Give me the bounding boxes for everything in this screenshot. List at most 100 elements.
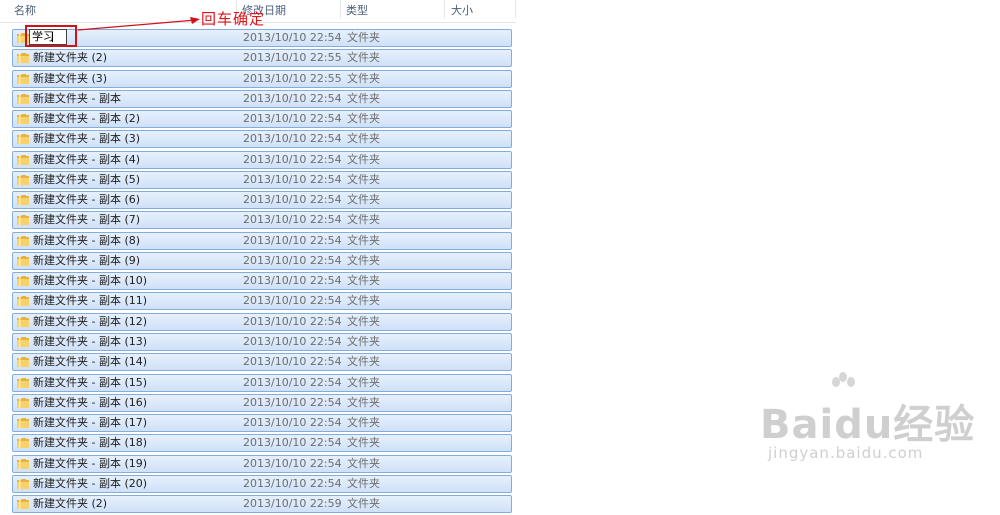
file-type: 文件夹 <box>347 334 380 348</box>
file-name: 新建文件夹 - 副本 (3) <box>33 132 141 146</box>
column-divider[interactable] <box>340 0 341 18</box>
file-date: 2013/10/10 22:54 <box>243 314 342 328</box>
file-row[interactable]: 新建文件夹 - 副本 (19) 2013/10/10 22:54 文件夹 <box>12 454 512 473</box>
file-row[interactable]: 新建文件夹 - 副本 (14) 2013/10/10 22:54 文件夹 <box>12 353 512 372</box>
file-type: 文件夹 <box>347 172 380 186</box>
file-row[interactable]: 新建文件夹 - 副本 (18) 2013/10/10 22:54 文件夹 <box>12 434 512 453</box>
file-date: 2013/10/10 22:54 <box>243 233 342 247</box>
file-row[interactable]: 新建文件夹 - 副本 (10) 2013/10/10 22:54 文件夹 <box>12 272 512 291</box>
file-date: 2013/10/10 22:59 <box>243 497 342 511</box>
file-type: 文件夹 <box>347 274 380 288</box>
file-date: 2013/10/10 22:55 <box>243 51 342 65</box>
folder-icon <box>17 276 29 287</box>
folder-icon <box>17 174 29 185</box>
annotation-text: 回车确定 <box>201 10 266 28</box>
file-row[interactable]: 新建文件夹 - 副本 (6) 2013/10/10 22:54 文件夹 <box>12 191 512 210</box>
annotation-highlight-box <box>25 25 77 47</box>
file-row[interactable]: 新建文件夹 - 副本 (5) 2013/10/10 22:54 文件夹 <box>12 170 512 189</box>
file-row[interactable]: 新建文件夹 (2) 2013/10/10 22:59 文件夹 <box>12 495 512 514</box>
file-date: 2013/10/10 22:54 <box>243 132 342 146</box>
file-date: 2013/10/10 22:55 <box>243 71 342 85</box>
file-name: 新建文件夹 - 副本 (16) <box>33 395 148 409</box>
folder-icon <box>17 53 29 64</box>
file-row[interactable]: 新建文件夹 - 副本 (3) 2013/10/10 22:54 文件夹 <box>12 130 512 149</box>
file-name: 新建文件夹 - 副本 (4) <box>33 152 141 166</box>
file-name: 新建文件夹 - 副本 <box>33 91 121 105</box>
file-type: 文件夹 <box>347 193 380 207</box>
folder-icon <box>17 154 29 165</box>
file-name: 新建文件夹 - 副本 (20) <box>33 476 148 490</box>
file-date: 2013/10/10 22:54 <box>243 395 342 409</box>
file-type: 文件夹 <box>347 436 380 450</box>
file-row[interactable]: 新建文件夹 (2) 2013/10/10 22:55 文件夹 <box>12 49 512 68</box>
column-header-type[interactable]: 类型 <box>342 0 368 22</box>
file-type: 文件夹 <box>347 71 380 85</box>
watermark-brand: Baidu经验 <box>760 402 976 448</box>
folder-icon <box>17 438 29 449</box>
file-type: 文件夹 <box>347 233 380 247</box>
file-type: 文件夹 <box>347 253 380 267</box>
folder-icon <box>17 357 29 368</box>
file-date: 2013/10/10 22:54 <box>243 172 342 186</box>
file-date: 2013/10/10 22:54 <box>243 253 342 267</box>
file-date: 2013/10/10 22:54 <box>243 355 342 369</box>
column-header-size[interactable]: 大小 <box>447 0 473 22</box>
file-row[interactable]: 新建文件夹 - 副本 (13) 2013/10/10 22:54 文件夹 <box>12 332 512 351</box>
file-name: 新建文件夹 - 副本 (12) <box>33 314 148 328</box>
file-type: 文件夹 <box>347 476 380 490</box>
file-type: 文件夹 <box>347 51 380 65</box>
file-date: 2013/10/10 22:54 <box>243 193 342 207</box>
file-name: 新建文件夹 - 副本 (15) <box>33 375 148 389</box>
folder-icon <box>17 499 29 510</box>
file-date: 2013/10/10 22:54 <box>243 334 342 348</box>
file-date: 2013/10/10 22:54 <box>243 456 342 470</box>
file-date: 2013/10/10 22:54 <box>243 91 342 105</box>
file-row[interactable]: 新建文件夹 - 副本 (20) 2013/10/10 22:54 文件夹 <box>12 474 512 493</box>
file-type: 文件夹 <box>347 112 380 126</box>
file-row[interactable]: 新建文件夹 - 副本 (16) 2013/10/10 22:54 文件夹 <box>12 393 512 412</box>
file-row[interactable]: 新建文件夹 - 副本 (8) 2013/10/10 22:54 文件夹 <box>12 231 512 250</box>
file-date: 2013/10/10 22:54 <box>243 416 342 430</box>
column-header-name[interactable]: 名称 <box>10 0 36 22</box>
folder-icon <box>17 215 29 226</box>
file-type: 文件夹 <box>347 91 380 105</box>
file-row[interactable]: 新建文件夹 - 副本 2013/10/10 22:54 文件夹 <box>12 89 512 108</box>
folder-icon <box>17 397 29 408</box>
file-row[interactable]: 新建文件夹 - 副本 (4) 2013/10/10 22:54 文件夹 <box>12 150 512 169</box>
file-row[interactable]: 新建文件夹 - 副本 (17) 2013/10/10 22:54 文件夹 <box>12 414 512 433</box>
file-name: 新建文件夹 - 副本 (18) <box>33 436 148 450</box>
file-date: 2013/10/10 22:54 <box>243 152 342 166</box>
file-name: 新建文件夹 - 副本 (7) <box>33 213 141 227</box>
file-type: 文件夹 <box>347 213 380 227</box>
file-name: 新建文件夹 - 副本 (17) <box>33 416 148 430</box>
file-name: 新建文件夹 - 副本 (6) <box>33 193 141 207</box>
file-name: 新建文件夹 - 副本 (5) <box>33 172 141 186</box>
file-name: 新建文件夹 - 副本 (11) <box>33 294 148 308</box>
file-type: 文件夹 <box>347 497 380 511</box>
file-name: 新建文件夹 (2) <box>33 497 108 511</box>
file-date: 2013/10/10 22:54 <box>243 274 342 288</box>
file-row[interactable]: 新建文件夹 - 副本 (7) 2013/10/10 22:54 文件夹 <box>12 211 512 230</box>
file-row[interactable]: 新建文件夹 - 副本 (2) 2013/10/10 22:54 文件夹 <box>12 110 512 129</box>
file-name: 新建文件夹 - 副本 (10) <box>33 274 148 288</box>
file-date: 2013/10/10 22:54 <box>243 31 342 44</box>
file-row[interactable]: 新建文件夹 - 副本 (11) 2013/10/10 22:54 文件夹 <box>12 292 512 311</box>
file-type: 文件夹 <box>347 456 380 470</box>
file-row[interactable]: 新建文件夹 (3) 2013/10/10 22:55 文件夹 <box>12 69 512 88</box>
file-row[interactable]: 新建文件夹 - 副本 (15) 2013/10/10 22:54 文件夹 <box>12 373 512 392</box>
column-divider[interactable] <box>515 0 516 18</box>
file-name: 新建文件夹 (3) <box>33 71 108 85</box>
file-type: 文件夹 <box>347 375 380 389</box>
file-name: 新建文件夹 - 副本 (2) <box>33 112 141 126</box>
file-row[interactable]: 新建文件夹 - 副本 (9) 2013/10/10 22:54 文件夹 <box>12 251 512 270</box>
column-divider[interactable] <box>444 0 445 18</box>
file-name: 新建文件夹 - 副本 (19) <box>33 456 148 470</box>
folder-icon <box>17 316 29 327</box>
file-date: 2013/10/10 22:54 <box>243 375 342 389</box>
file-row[interactable]: 新建文件夹 - 副本 (12) 2013/10/10 22:54 文件夹 <box>12 312 512 331</box>
file-type: 文件夹 <box>347 132 380 146</box>
file-date: 2013/10/10 22:54 <box>243 436 342 450</box>
file-type: 文件夹 <box>347 395 380 409</box>
folder-icon <box>17 195 29 206</box>
folder-icon <box>17 134 29 145</box>
